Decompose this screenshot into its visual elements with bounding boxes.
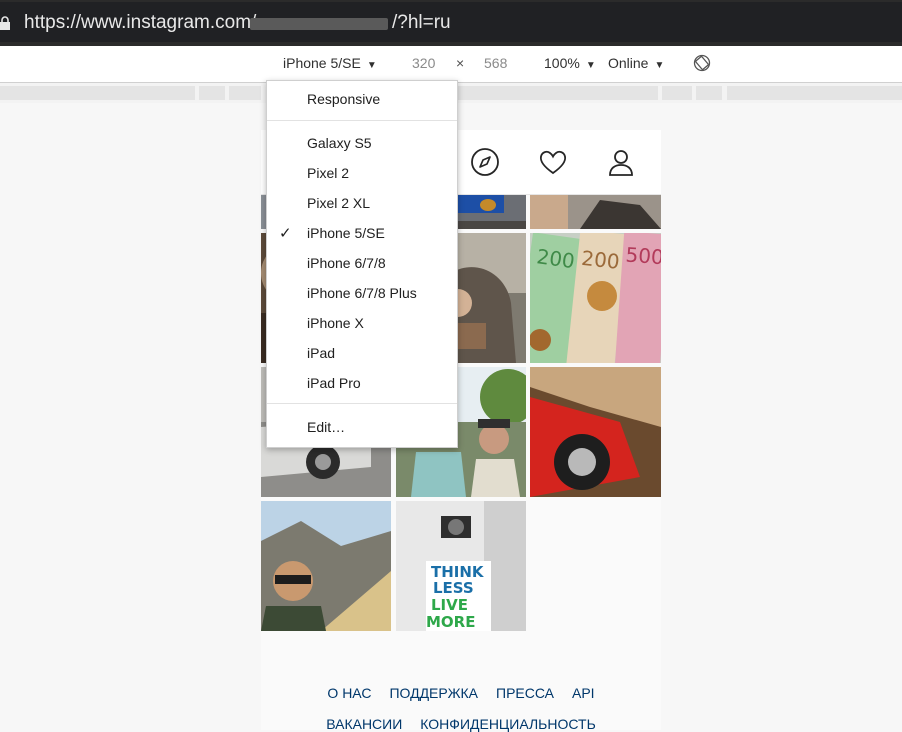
footer-links-row: О НАС ПОДДЕРЖКА ПРЕССА API <box>261 685 661 701</box>
photo-image: THINK LESS LIVE MORE <box>396 501 526 631</box>
photo-thumbnail[interactable] <box>261 501 391 631</box>
device-select[interactable]: iPhone 5/SE ▼ <box>283 55 377 71</box>
menu-item-label: Pixel 2 XL <box>307 195 371 211</box>
url-field[interactable]: https://www.instagram.com/ /?hl=ru <box>0 2 902 42</box>
device-select-label: iPhone 5/SE <box>283 55 361 71</box>
chevron-down-icon: ▼ <box>654 60 665 71</box>
dimension-separator: × <box>456 55 465 71</box>
menu-item-responsive[interactable]: Responsive <box>267 84 457 114</box>
shirt-text: LIVE <box>431 596 468 614</box>
checkmark-icon: ✓ <box>279 225 292 242</box>
menu-item-device[interactable]: iPad <box>267 338 457 368</box>
photo-image <box>530 367 661 497</box>
menu-separator <box>267 403 457 404</box>
url-redacted-segment <box>250 18 388 30</box>
footer-link-support[interactable]: ПОДДЕРЖКА <box>389 685 478 701</box>
footer-link-api[interactable]: API <box>572 685 595 701</box>
photo-image <box>261 501 391 631</box>
menu-item-label: Pixel 2 <box>307 165 350 181</box>
chevron-down-icon: ▼ <box>585 60 596 71</box>
ruler-segment[interactable] <box>229 86 261 100</box>
menu-separator <box>267 120 457 121</box>
menu-item-device-selected[interactable]: ✓ iPhone 5/SE <box>267 218 457 248</box>
photo-image <box>530 195 661 229</box>
banknote-value-text: 500 <box>625 243 661 270</box>
network-throttle-select[interactable]: Online ▼ <box>608 55 664 71</box>
shirt-text: LESS <box>433 579 474 597</box>
url-suffix: /?hl=ru <box>392 12 451 33</box>
zoom-select[interactable]: 100% ▼ <box>544 55 596 71</box>
ruler-segment[interactable] <box>458 86 658 100</box>
shirt-text: MORE <box>426 613 475 631</box>
menu-item-label: iPad Pro <box>307 375 361 391</box>
ruler-segment[interactable] <box>0 86 195 100</box>
photo-image: 200 200 500 <box>530 233 661 363</box>
chevron-down-icon: ▼ <box>366 60 377 71</box>
zoom-select-label: 100% <box>544 55 580 71</box>
height-input[interactable]: 568 <box>484 55 507 71</box>
menu-item-label: Galaxy S5 <box>307 135 372 151</box>
menu-item-device[interactable]: iPad Pro <box>267 368 457 398</box>
url-prefix: https://www.instagram.com/ <box>24 12 257 33</box>
photo-thumbnail[interactable]: THINK LESS LIVE MORE <box>396 501 526 631</box>
device-toolbar: iPhone 5/SE ▼ 320 × 568 100% ▼ Online ▼ <box>0 46 902 83</box>
network-select-label: Online <box>608 55 649 71</box>
explore-compass-icon[interactable] <box>470 147 500 177</box>
banknote-value-text: 200 <box>580 246 620 274</box>
menu-item-device[interactable]: Pixel 2 XL <box>267 188 457 218</box>
menu-item-device[interactable]: iPhone X <box>267 308 457 338</box>
menu-item-label: iPhone 6/7/8 <box>307 255 386 271</box>
menu-item-device[interactable]: iPhone 6/7/8 <box>267 248 457 278</box>
footer-link-about[interactable]: О НАС <box>327 685 371 701</box>
ruler-segment[interactable] <box>727 86 902 100</box>
menu-item-label: Responsive <box>307 91 381 107</box>
footer-link-press[interactable]: ПРЕССА <box>496 685 554 701</box>
ruler-segment[interactable] <box>662 86 692 100</box>
menu-item-label: iPhone X <box>307 315 364 331</box>
ruler-segment[interactable] <box>696 86 722 100</box>
photo-thumbnail[interactable] <box>530 195 661 229</box>
rotate-icon[interactable] <box>693 54 711 72</box>
ruler-segment[interactable] <box>199 86 225 100</box>
photo-thumbnail[interactable] <box>530 367 661 497</box>
menu-item-label: iPad <box>307 345 336 361</box>
menu-item-device[interactable]: Pixel 2 <box>267 158 457 188</box>
menu-item-label: iPhone 6/7/8 Plus <box>307 285 417 301</box>
device-dropdown-menu: Responsive Galaxy S5 Pixel 2 Pixel 2 XL … <box>266 80 458 448</box>
menu-item-label: iPhone 5/SE <box>307 225 385 241</box>
activity-heart-icon[interactable] <box>538 147 568 177</box>
browser-address-bar: https://www.instagram.com/ /?hl=ru <box>0 0 902 46</box>
menu-item-label: Edit… <box>307 419 346 435</box>
menu-item-device[interactable]: Galaxy S5 <box>267 128 457 158</box>
width-input[interactable]: 320 <box>412 55 435 71</box>
lock-icon <box>0 16 10 30</box>
menu-item-edit[interactable]: Edit… <box>267 412 457 442</box>
menu-item-device[interactable]: iPhone 6/7/8 Plus <box>267 278 457 308</box>
photo-thumbnail[interactable]: 200 200 500 <box>530 233 661 363</box>
profile-person-icon[interactable] <box>606 147 636 177</box>
